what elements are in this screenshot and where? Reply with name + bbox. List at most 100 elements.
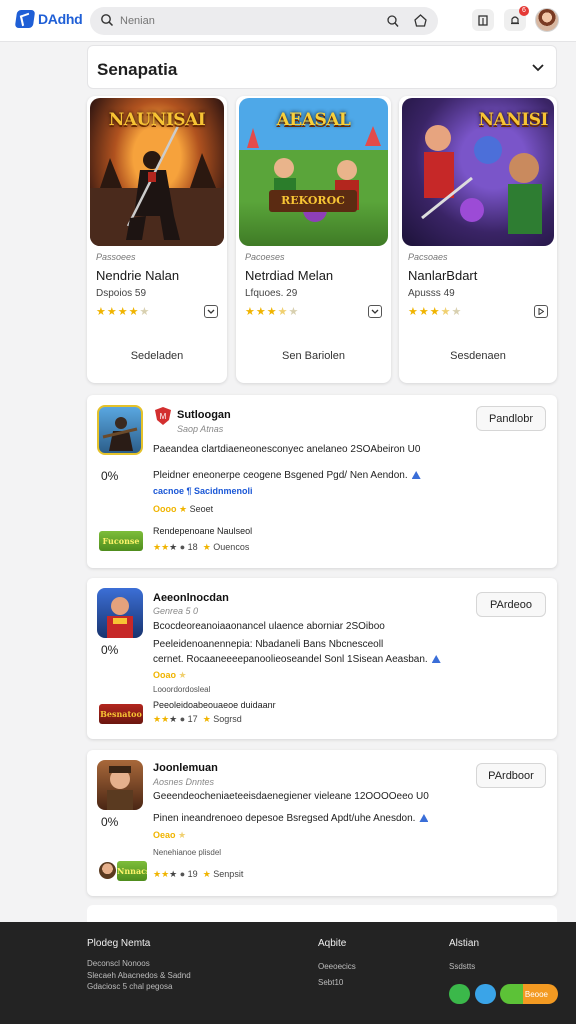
developer-avatar <box>99 862 116 879</box>
app-badge: Oooo ★ Seoet <box>153 504 214 514</box>
featured-subtitle: Dspoios 59 <box>96 288 147 299</box>
notification-badge: 6 <box>519 6 529 16</box>
search-input[interactable] <box>120 11 360 31</box>
app-description: Bcocdeoreanoiaaonancel ulaence aborniar … <box>153 621 385 632</box>
checkbox-icon[interactable] <box>368 305 382 318</box>
app-stats: ★★★ ● 17 ★ Sogrsd <box>153 714 242 724</box>
featured-art-image: NAUNISAI <box>90 98 224 246</box>
featured-card[interactable]: AEASAL REKOROC Pacoeses Netrdiad Melan L… <box>236 96 391 383</box>
app-badge: Ooao ★ <box>153 670 187 680</box>
app-logo[interactable]: DAdhd <box>14 10 83 28</box>
featured-meta: Pacoeses <box>245 252 285 262</box>
notifications-button[interactable]: 6 <box>504 6 529 31</box>
app-name: Aeeonlnocdan <box>153 592 229 604</box>
share-button[interactable] <box>475 984 496 1004</box>
featured-card[interactable]: NAUNISAI Passoees Nendrie Nalan Dspoios … <box>87 96 227 383</box>
voice-search-icon[interactable] <box>382 10 404 32</box>
footer: Plodeg Nemta Deconscl Nonoos Slecaeh Aba… <box>0 922 576 1024</box>
section-title: Senapatia <box>97 60 178 79</box>
featured-meta: Pacsoaes <box>408 252 448 262</box>
star-rating: ★★★★★ <box>408 306 463 318</box>
app-details: Peeleidenoanennepia: Nbadaneli Bans Nbcn… <box>153 639 384 650</box>
app-icon <box>97 588 143 638</box>
search-icon <box>101 14 114 27</box>
app-percentage: 0% <box>101 815 119 829</box>
footer-link[interactable]: Oeeoecics <box>318 962 356 971</box>
bell-icon <box>511 16 519 25</box>
featured-art-banner: REKOROC <box>269 190 357 212</box>
app-stats: ★★★ ● 18 ★ Ouencos <box>153 542 250 552</box>
featured-art-title: NANISI <box>478 110 549 130</box>
chat-button[interactable] <box>449 984 470 1004</box>
svg-text:M: M <box>160 412 167 421</box>
verified-icon <box>411 471 421 479</box>
featured-art-image: AEASAL REKOROC <box>239 98 388 246</box>
footer-column-title: Alstian <box>449 938 480 949</box>
home-icon[interactable] <box>409 9 431 31</box>
footer-link[interactable]: Slecaeh Abacnedos & Sadnd <box>87 971 191 980</box>
library-icon <box>478 15 488 26</box>
app-icon <box>97 405 143 455</box>
featured-action-button[interactable]: Sedeladen <box>87 350 227 362</box>
top-bar: DAdhd 6 <box>0 0 576 42</box>
get-button[interactable]: Pandlobr <box>476 406 546 431</box>
verified-icon <box>431 655 441 663</box>
featured-name: Netrdiad Melan <box>245 268 334 283</box>
verified-icon <box>419 814 429 822</box>
footer-cta-button[interactable]: Beooe <box>500 984 558 1004</box>
library-button[interactable] <box>472 9 494 31</box>
app-description: Geeendeocheniaeteeisdaenegiener vieleane… <box>153 791 429 802</box>
featured-card[interactable]: NANISI Pacsoaes NanlarBdart Apusss 49 ★★… <box>399 96 557 383</box>
app-note-small: Nenehianoe plisdel <box>153 848 222 857</box>
logo-text: DAdhd <box>38 11 83 27</box>
app-details: Pinen ineandrenoeo depesoe Bsregsed Apdt… <box>153 813 429 824</box>
app-stats: ★★★ ● 19 ★ Senpsit <box>153 869 244 879</box>
get-button[interactable]: PArdboor <box>476 763 546 788</box>
app-details: Pleidner eneonerpe ceogene Bsgened Pgd/ … <box>153 470 421 481</box>
play-icon[interactable] <box>534 305 548 318</box>
app-developer: Aosnes Dnntes <box>153 777 215 787</box>
chevron-down-icon[interactable] <box>528 58 548 78</box>
app-list-card[interactable]: Aeeonlnocdan Genrea 5 0 PArdeoo Bcocdeor… <box>87 578 557 739</box>
get-button[interactable]: PArdeoo <box>476 592 546 617</box>
shield-icon: M <box>155 407 171 425</box>
featured-art-image: NANISI <box>402 98 554 246</box>
featured-subtitle: Lfquoes. 29 <box>245 288 298 299</box>
app-note: Rendepenoane Naulseol <box>153 526 253 536</box>
app-link[interactable]: cacnoe ¶ Sacidnmenoli <box>153 486 253 496</box>
app-name: Sutloogan <box>177 409 231 421</box>
footer-link[interactable]: Deconscl Nonoos <box>87 959 150 968</box>
app-list-card[interactable]: M Sutloogan Saop Atnas Pandlobr Paeandea… <box>87 395 557 568</box>
footer-link[interactable]: Ssdstts <box>449 962 475 971</box>
featured-meta: Passoees <box>96 252 136 262</box>
app-icon <box>97 760 143 810</box>
app-note: Peeoleidoabeouaeoe duidaanr <box>153 700 276 710</box>
app-note-small: Looordordosleal <box>153 685 211 694</box>
checkbox-icon[interactable] <box>204 305 218 318</box>
featured-action-button[interactable]: Sesdenaen <box>399 350 557 362</box>
featured-name: NanlarBdart <box>408 268 478 283</box>
app-percentage: 0% <box>101 643 119 657</box>
app-developer: Saop Atnas <box>177 424 224 434</box>
featured-name: Nendrie Nalan <box>96 268 180 283</box>
app-developer: Genrea 5 0 <box>153 606 199 616</box>
footer-link[interactable]: Sebt10 <box>318 978 343 987</box>
app-tag: Nnnacs <box>117 861 147 881</box>
featured-art-title: NAUNISAI <box>108 110 206 130</box>
app-tag: Besnatoo <box>99 704 143 724</box>
footer-column-title: Aqbite <box>318 938 347 949</box>
featured-art-title: AEASAL <box>276 110 351 130</box>
app-list-card[interactable]: Joonlemuan Aosnes Dnntes PArdboor Geeend… <box>87 750 557 896</box>
footer-column-title: Plodeg Nemta <box>87 938 151 949</box>
app-badge: Oeao ★ <box>153 830 187 840</box>
star-rating: ★★★★★ <box>96 306 151 318</box>
featured-action-button[interactable]: Sen Bariolen <box>236 350 391 362</box>
logo-mark-icon <box>14 10 36 28</box>
app-description: Paeandea clartdiaeneonesconyec anelaneo … <box>153 444 421 455</box>
app-tag: Fuconse <box>99 531 143 551</box>
footer-link[interactable]: Gdaciosc 5 chal pegosa <box>87 982 172 991</box>
featured-subtitle: Apusss 49 <box>408 288 455 299</box>
section-header: Senapatia <box>87 45 557 89</box>
user-avatar[interactable] <box>535 8 559 32</box>
app-percentage: 0% <box>101 469 119 483</box>
